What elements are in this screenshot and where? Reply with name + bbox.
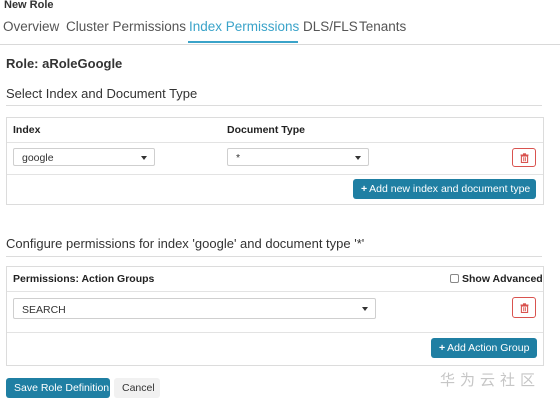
doc-type-select-value: * — [236, 152, 241, 164]
tab-tenants[interactable]: Tenants — [359, 19, 406, 34]
tab-dls-fls[interactable]: DLS/FLS — [303, 19, 358, 34]
index-table-header: Index Document Type — [7, 118, 543, 143]
permissions-panel: Permissions: Action Groups Show Advanced… — [6, 266, 544, 366]
action-group-select-value: SEARCH — [22, 304, 66, 316]
save-role-button[interactable]: Save Role Definition — [6, 378, 110, 398]
show-advanced-label[interactable]: Show Advanced — [462, 273, 543, 285]
delete-index-button[interactable] — [512, 148, 536, 167]
action-group-row: SEARCH — [7, 292, 543, 333]
index-select[interactable]: google — [13, 148, 155, 166]
tab-bar: Overview Cluster Permissions Index Permi… — [0, 14, 560, 45]
caret-down-icon — [355, 156, 361, 160]
index-select-value: google — [22, 152, 54, 164]
show-advanced-checkbox[interactable] — [450, 274, 459, 283]
add-action-group-button[interactable]: + Add Action Group — [431, 338, 537, 358]
tab-index-permissions[interactable]: Index Permissions — [189, 19, 299, 34]
plus-icon: + — [439, 342, 446, 354]
tab-overview[interactable]: Overview — [3, 19, 59, 34]
active-tab-indicator — [188, 41, 298, 43]
index-section-title: Select Index and Document Type — [6, 86, 198, 101]
section-divider — [6, 105, 542, 106]
index-row: google * — [7, 143, 543, 175]
add-action-group-label: Add Action Group — [447, 342, 530, 354]
watermark-text: 华为云社区 — [440, 371, 541, 389]
add-index-label: Add new index and document type — [369, 183, 531, 195]
permissions-section-title: Configure permissions for index 'google'… — [6, 236, 365, 251]
delete-action-group-button[interactable] — [512, 297, 536, 318]
action-group-select[interactable]: SEARCH — [13, 298, 376, 319]
index-panel: Index Document Type google * + Add new in… — [6, 117, 544, 205]
caret-down-icon — [362, 307, 368, 311]
plus-icon: + — [361, 183, 368, 195]
cancel-button[interactable]: Cancel — [114, 378, 160, 398]
doc-type-column-header: Document Type — [227, 124, 305, 136]
index-column-header: Index — [13, 124, 41, 136]
doc-type-select[interactable]: * — [227, 148, 369, 166]
action-groups-header: Permissions: Action Groups — [13, 273, 155, 285]
tab-cluster-permissions[interactable]: Cluster Permissions — [66, 19, 186, 34]
add-index-button[interactable]: + Add new index and document type — [353, 179, 536, 199]
section-divider — [6, 256, 542, 257]
trash-icon — [520, 303, 529, 313]
caret-down-icon — [141, 156, 147, 160]
page-title: New Role — [4, 0, 54, 11]
trash-icon — [520, 153, 529, 163]
role-title: Role: aRoleGoogle — [6, 56, 123, 71]
permissions-table-header: Permissions: Action Groups Show Advanced — [7, 267, 543, 292]
